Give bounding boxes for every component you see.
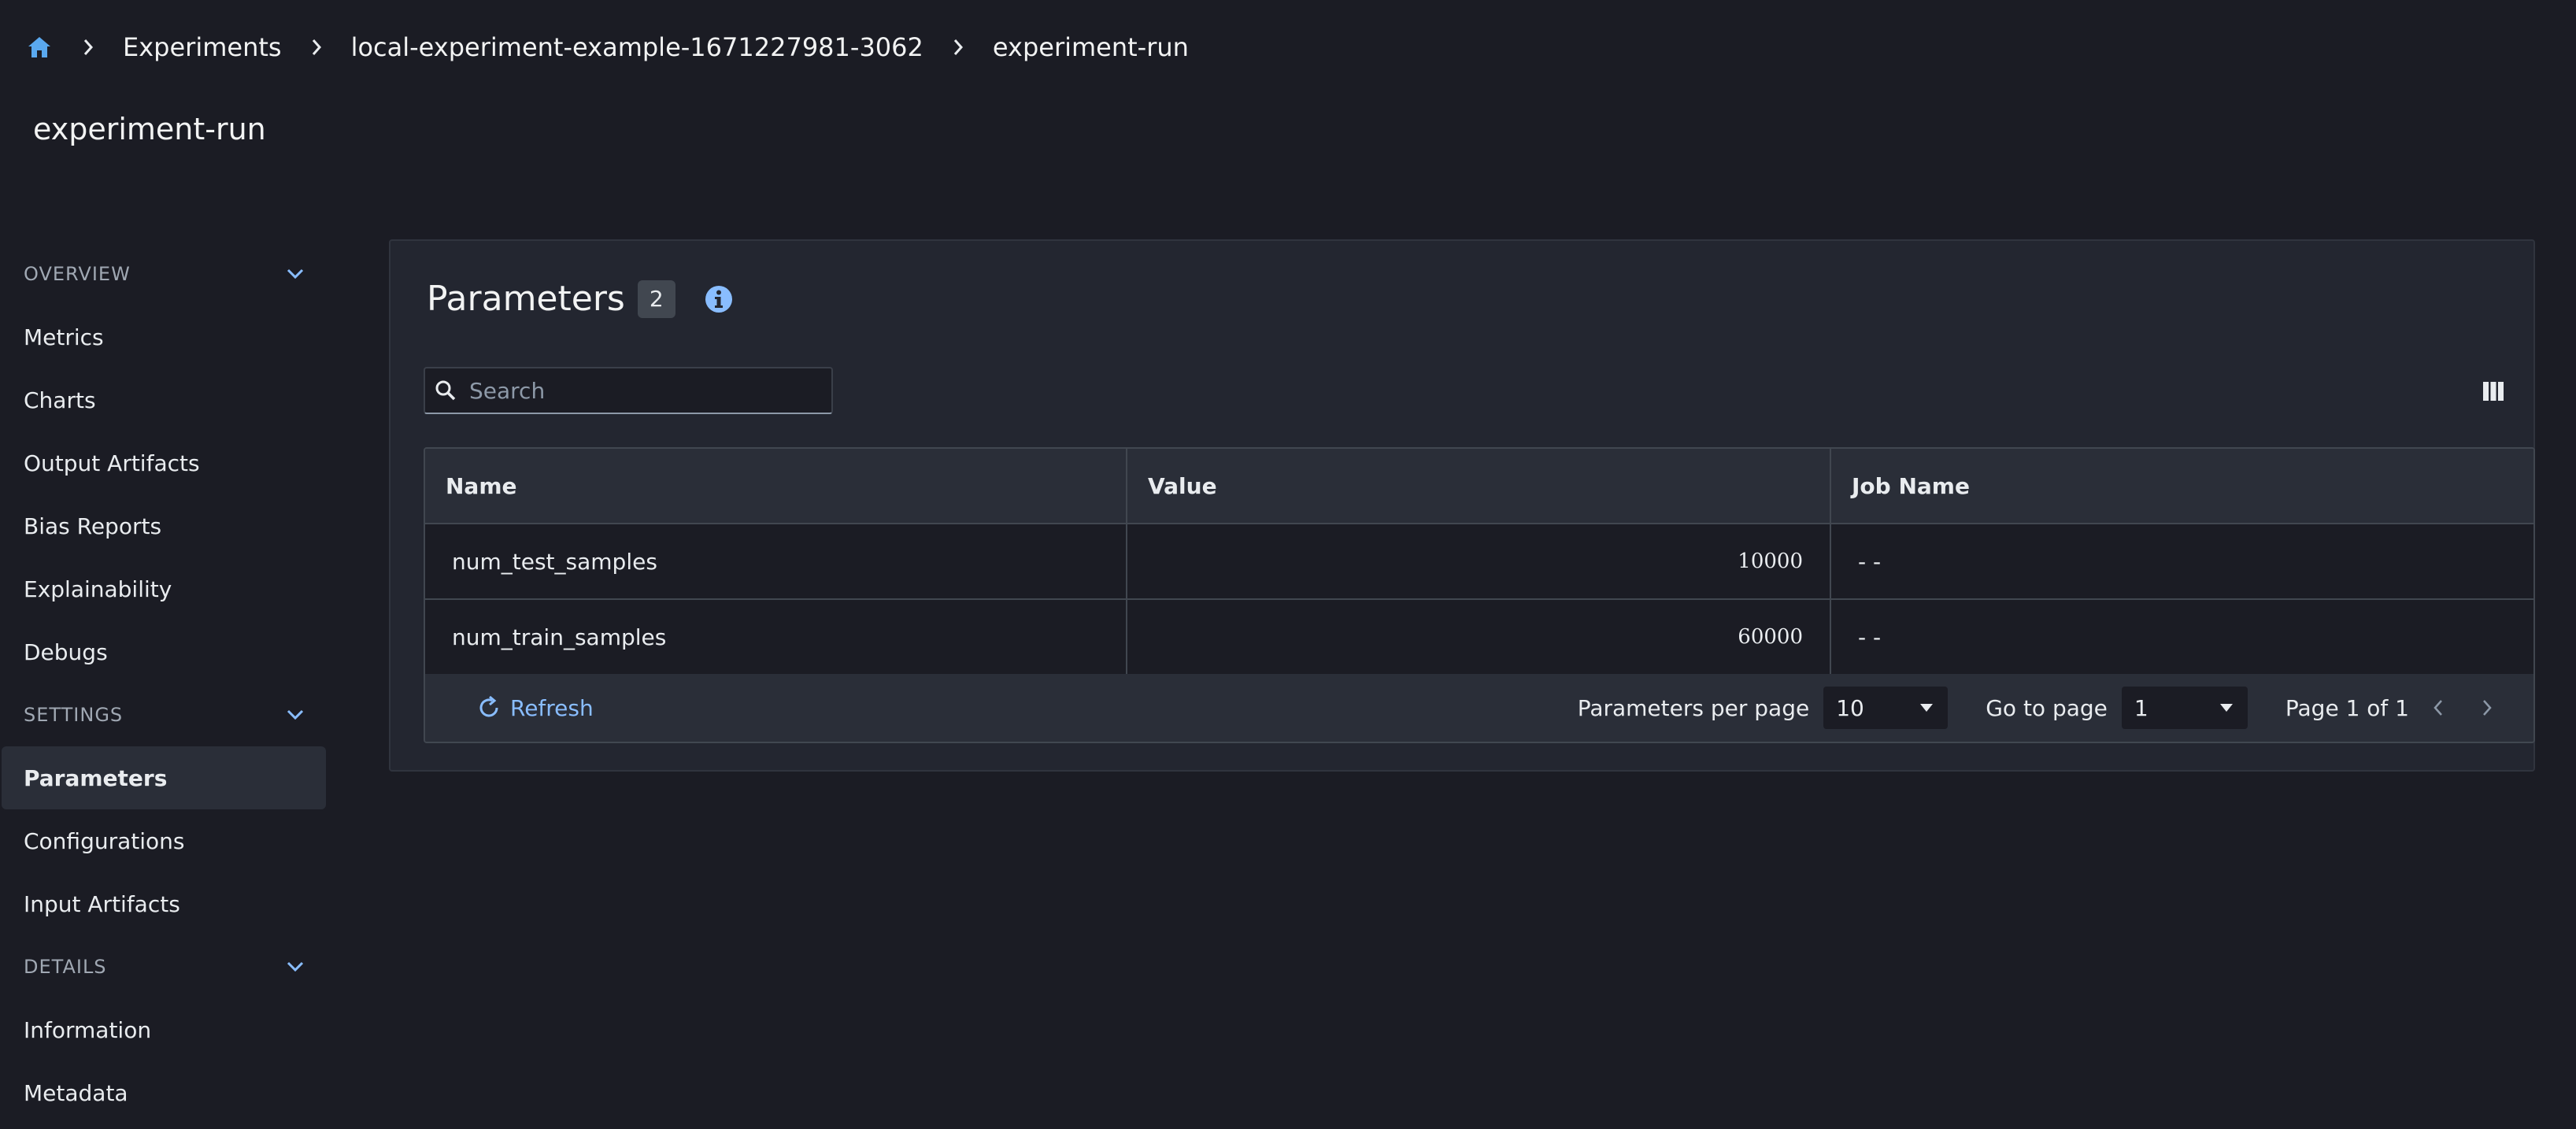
panel-title: Parameters	[427, 279, 625, 319]
refresh-icon	[479, 696, 498, 717]
chevron-down-icon	[287, 961, 304, 972]
chevron-right-icon	[54, 39, 123, 56]
page-indicator: Page 1 of 1	[2285, 694, 2409, 721]
cell-job-name: - -	[1858, 548, 1882, 575]
breadcrumb: Experiments local-experiment-example-167…	[25, 28, 1189, 66]
pagination: Parameters per page 10 Go to page 1 Page…	[1578, 687, 2533, 729]
panel-header: Parameters 2	[427, 279, 734, 319]
parameters-table: Name Value Job Name num_test_samples 100…	[424, 447, 2535, 743]
columns-settings-icon[interactable]	[2482, 379, 2505, 403]
breadcrumb-experiments[interactable]: Experiments	[123, 32, 282, 62]
sidebar-item-parameters[interactable]: Parameters	[2, 746, 326, 809]
search-input[interactable]	[469, 377, 816, 404]
section-details[interactable]: DETAILS	[0, 935, 328, 998]
sidebar-item-output-artifacts[interactable]: Output Artifacts	[0, 431, 328, 494]
per-page-label: Parameters per page	[1577, 694, 1810, 721]
table-row[interactable]: num_train_samples 60000 - -	[425, 600, 2533, 676]
table-header-row: Name Value Job Name	[425, 449, 2533, 524]
column-header-value[interactable]: Value	[1127, 449, 1831, 523]
chevron-right-icon	[2483, 700, 2492, 716]
refresh-button[interactable]: Refresh	[477, 695, 594, 721]
caret-down-icon	[1920, 704, 1934, 712]
sidebar-item-metrics[interactable]: Metrics	[0, 305, 328, 368]
chevron-down-icon	[287, 268, 304, 279]
info-icon[interactable]	[704, 284, 734, 314]
refresh-label: Refresh	[510, 694, 594, 721]
sidebar-item-metadata[interactable]: Metadata	[0, 1061, 328, 1124]
sidebar-item-explainability[interactable]: Explainability	[0, 557, 328, 620]
search-field	[424, 367, 833, 414]
breadcrumb-experiment[interactable]: local-experiment-example-1671227981-3062	[351, 32, 923, 62]
caret-down-icon	[2219, 704, 2233, 712]
chevron-down-icon	[287, 709, 304, 720]
cell-value: 60000	[1127, 600, 1831, 674]
section-overview[interactable]: OVERVIEW	[0, 242, 328, 305]
count-badge: 2	[637, 279, 675, 318]
section-label: SETTINGS	[24, 704, 124, 726]
sidebar-item-input-artifacts[interactable]: Input Artifacts	[0, 872, 328, 935]
section-label: OVERVIEW	[24, 263, 131, 285]
per-page-value: 10	[1836, 694, 1864, 721]
cell-name: num_train_samples	[425, 600, 1127, 674]
cell-value: 10000	[1127, 524, 1831, 598]
sidebar-item-information[interactable]: Information	[0, 998, 328, 1061]
cell-name: num_test_samples	[425, 524, 1127, 598]
section-settings[interactable]: SETTINGS	[0, 683, 328, 746]
column-header-job-name[interactable]: Job Name	[1831, 449, 2533, 523]
chevron-right-icon	[282, 39, 351, 56]
chevron-left-icon	[2434, 700, 2442, 716]
breadcrumb-run: experiment-run	[992, 32, 1189, 62]
chevron-right-icon	[923, 39, 993, 56]
sidebar-item-configurations[interactable]: Configurations	[0, 809, 328, 872]
go-to-page-select[interactable]: 1	[2121, 687, 2248, 729]
section-label: DETAILS	[24, 956, 107, 978]
parameters-panel: Parameters 2 Name Value Job Name num_tes…	[389, 239, 2535, 772]
next-page-button[interactable]	[2467, 688, 2507, 727]
go-to-page-label: Go to page	[1986, 694, 2108, 721]
table-row[interactable]: num_test_samples 10000 - -	[425, 524, 2533, 600]
previous-page-button[interactable]	[2419, 688, 2458, 727]
column-header-name[interactable]: Name	[425, 449, 1127, 523]
table-footer: Refresh Parameters per page 10 Go to pag…	[425, 674, 2533, 742]
cell-job-name: - -	[1858, 624, 1882, 650]
sidebar: OVERVIEW Metrics Charts Output Artifacts…	[0, 242, 328, 1124]
home-icon[interactable]	[25, 33, 54, 61]
sidebar-item-bias-reports[interactable]: Bias Reports	[0, 494, 328, 557]
per-page-select[interactable]: 10	[1823, 687, 1949, 729]
go-to-page-value: 1	[2134, 694, 2149, 721]
sidebar-item-charts[interactable]: Charts	[0, 368, 328, 431]
sidebar-item-debugs[interactable]: Debugs	[0, 620, 328, 683]
search-icon	[435, 380, 456, 401]
page-title: experiment-run	[33, 112, 266, 146]
